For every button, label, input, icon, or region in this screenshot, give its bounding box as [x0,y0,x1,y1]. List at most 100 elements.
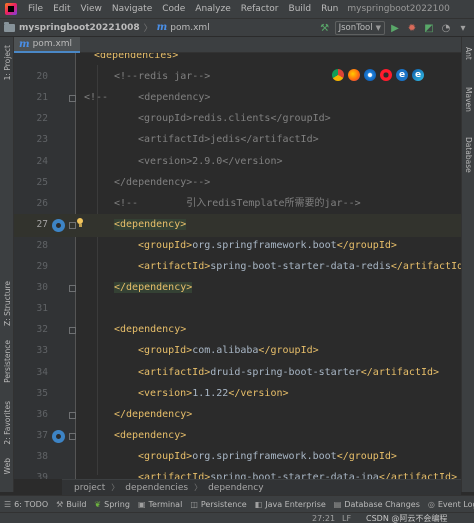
breadcrumb-dependency[interactable]: dependency [208,483,263,493]
debug-icon[interactable]: ✹ [405,21,419,35]
code-token: </artifactId> [390,261,461,272]
code-token: <version>2.9.0</version> [138,155,283,167]
code-text: <dependency> [114,214,187,235]
code-token: </groupId> [336,450,397,462]
toolbar-right: ⚒ JsonTool ▼ ▶ ✹ ◩ ◔ ▾ [318,19,474,37]
code-text: <artifactId>druid-spring-boot-starter</a… [138,362,439,383]
code-text: <artifactId>spring-boot-starter-data-jpa… [138,467,457,479]
fold-marker-icon[interactable] [69,411,76,419]
code-line: 30 </dependency> [14,277,461,300]
editor-tab-bar: m pom.xml [14,37,461,53]
code-token: <!-- 引入redisTemplate所需要的jar--> [114,197,361,209]
code-line: 33 <groupId>com.alibaba</groupId> [14,340,461,363]
code-token: <groupId> [138,450,193,462]
build-hammer-icon[interactable]: ⚒ [318,21,332,35]
terminal-icon: ▣ [137,499,146,509]
menu-file[interactable]: File [23,0,48,19]
safari-icon[interactable] [364,69,376,81]
intention-bulb-icon[interactable] [76,217,84,228]
menu-build[interactable]: Build [284,0,317,19]
tab-structure[interactable]: Z: Structure [0,277,14,329]
code-token: <artifactId>jedis</artifactId> [138,134,319,146]
more-icon[interactable]: ▾ [456,21,470,35]
tool-event-log[interactable]: ◎ Event Log [424,500,474,509]
tab-label: pom.xml [32,39,73,49]
line-number: 33 [36,345,48,357]
edge-icon[interactable]: e [412,69,424,81]
fold-marker-icon[interactable] [69,221,76,229]
chrome-icon[interactable] [332,69,344,81]
ie-icon[interactable]: e [396,69,408,81]
line-number: 30 [36,282,48,294]
tool-terminal[interactable]: ▣ Terminal [134,500,186,509]
line-number: 32 [36,324,48,336]
build-icon: ⚒ [56,499,64,509]
code-line: 36 </dependency> [14,404,461,427]
tab-favorites[interactable]: 2: Favorites [0,399,14,447]
folder-icon [4,21,15,32]
spring-bean-gutter-icon[interactable] [52,218,65,232]
firefox-icon[interactable] [348,69,360,81]
breadcrumb-project[interactable]: project [74,483,105,493]
code-text: <groupId>redis.clients</groupId> [138,108,331,129]
code-token: <!--redis jar--> [114,71,211,83]
code-text: <!--redis jar--> [114,66,210,87]
nav-project[interactable]: myspringboot20221008 [19,23,140,33]
tab-persistence[interactable]: Persistence [0,337,14,385]
code-editor[interactable]: <dependencies> 20 <!--redis jar--> 21 <!-- <… [14,53,461,479]
spring-bean-gutter-icon[interactable] [52,429,65,443]
line-number: 34 [36,366,48,378]
tool-spring[interactable]: ❦ Spring [90,500,134,509]
line-number: 39 [36,472,48,479]
code-text: </dependency> [114,277,193,298]
fold-marker-icon[interactable] [69,285,76,293]
line-separator[interactable]: LF [342,513,351,523]
menu-code[interactable]: Code [157,0,190,19]
code-text: <version>2.9.0</version> [138,151,283,172]
code-token: </groupId> [258,345,319,357]
tab-ant[interactable]: Ant [462,41,474,65]
code-line: 27 <dependency> [14,213,461,237]
left-tool-strip: 1: Project Z: Structure Persistence 2: F… [0,37,14,492]
code-token: spring-boot-starter-data-jpa [210,472,379,479]
menu-refactor[interactable]: Refactor [236,0,284,19]
run-config-select[interactable]: JsonTool ▼ [334,21,385,35]
line-number: 21 [36,92,48,104]
code-token: </artifactId> [378,472,458,479]
tool-todo[interactable]: ☰ 6: TODO [0,500,52,509]
menu-analyze[interactable]: Analyze [190,0,235,19]
fold-marker-icon[interactable] [69,327,76,335]
run-icon[interactable]: ▶ [388,21,402,35]
tab-pom-xml[interactable]: m pom.xml [14,37,81,53]
java-enterprise-icon: ◧ [254,499,263,509]
tab-web[interactable]: Web [0,455,14,477]
code-text: <dependency> [114,425,186,446]
code-line: 32 <dependency> [14,319,461,342]
breadcrumb-dependencies[interactable]: dependencies [125,483,188,493]
tab-database[interactable]: Database [462,133,474,177]
menu-run[interactable]: Run [316,0,343,19]
tool-persistence[interactable]: ◫ Persistence [186,500,250,509]
tool-java-enterprise[interactable]: ◧ Java Enterprise [251,500,330,509]
opera-icon[interactable] [380,69,392,81]
tool-database-changes[interactable]: ▤ Database Changes [330,500,424,509]
menu-edit[interactable]: Edit [48,0,75,19]
fold-marker-icon[interactable] [69,432,76,440]
menu-navigate[interactable]: Navigate [107,0,157,19]
breadcrumb-separator-icon: 〉 [194,483,203,492]
fold-marker-icon[interactable] [69,95,76,103]
line-number: 27 [36,218,48,230]
nav-file[interactable]: pom.xml [170,23,209,33]
browser-preview-bar: e e [332,68,424,82]
code-token: org.springframework.boot [192,239,337,251]
tab-project[interactable]: 1: Project [0,41,14,85]
code-token: </dependency> [114,282,193,294]
tool-build[interactable]: ⚒ Build [52,500,90,509]
tab-maven[interactable]: Maven [462,81,474,117]
code-text: </dependency> [114,404,192,425]
caret-position[interactable]: 27:21 [312,513,335,523]
profile-icon[interactable]: ◔ [439,21,453,35]
code-text: <dependencies> [94,53,178,66]
coverage-icon[interactable]: ◩ [422,21,436,35]
menu-view[interactable]: View [76,0,107,19]
